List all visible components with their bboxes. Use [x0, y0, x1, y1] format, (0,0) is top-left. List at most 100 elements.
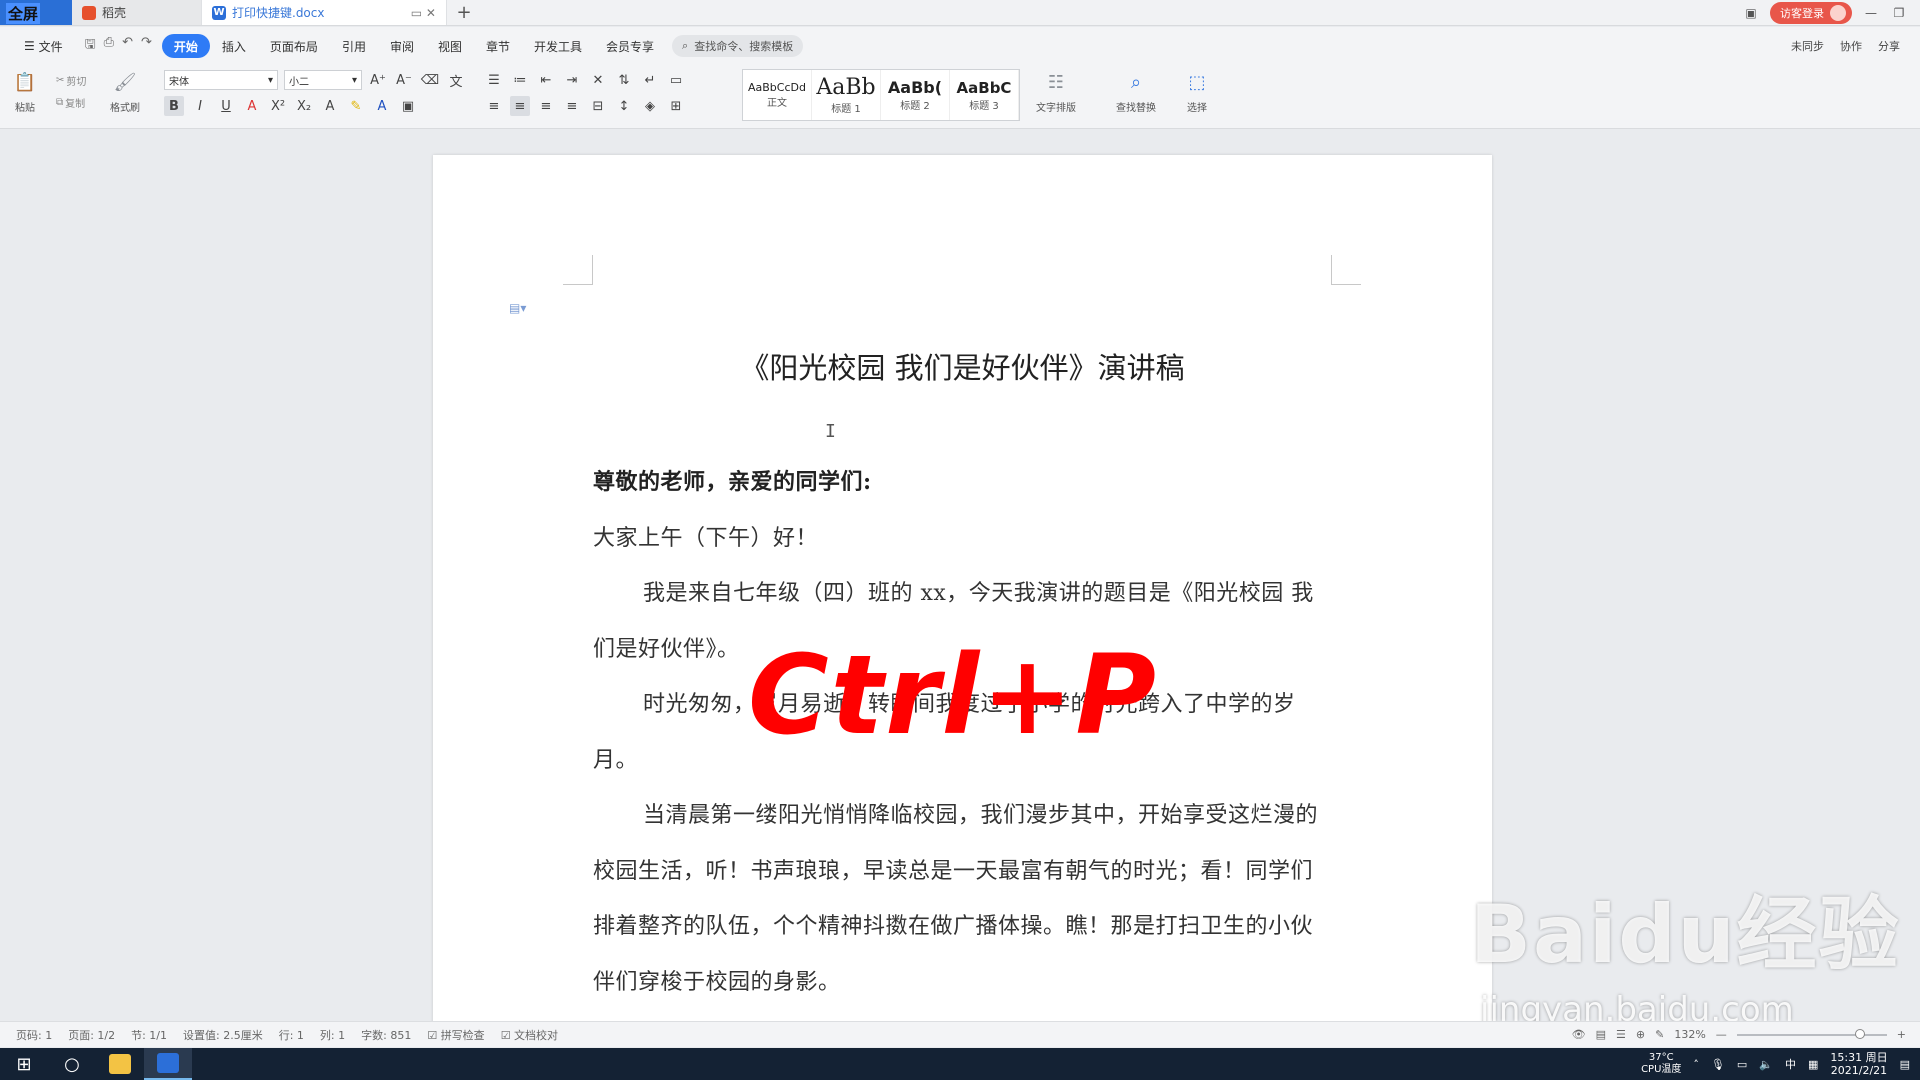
- tab-references[interactable]: 引用: [330, 34, 378, 58]
- zoom-out-icon[interactable]: —: [1716, 1028, 1727, 1041]
- justify-icon[interactable]: ≡: [562, 96, 582, 116]
- sync-status[interactable]: 未同步: [1791, 38, 1824, 54]
- command-search[interactable]: ⌕ 查找命令、搜索模板: [672, 35, 804, 57]
- cut-button[interactable]: ✂ 剪切: [56, 73, 86, 88]
- status-pages[interactable]: 页面: 1/2: [60, 1027, 123, 1043]
- numbered-list-icon[interactable]: ≔: [510, 70, 530, 90]
- tab-close-icon[interactable]: ▭ ✕: [411, 6, 436, 20]
- tab-docer[interactable]: 稻壳: [72, 0, 202, 25]
- strikethrough-icon[interactable]: A: [242, 96, 262, 116]
- taskbar-app-explorer[interactable]: [96, 1048, 144, 1080]
- spellcheck-toggle[interactable]: 拼写检查: [419, 1027, 492, 1043]
- tab-page-layout[interactable]: 页面布局: [258, 34, 330, 58]
- bullet-list-icon[interactable]: ☰: [484, 70, 504, 90]
- share-button[interactable]: 分享: [1878, 38, 1900, 54]
- ime-indicator[interactable]: 中: [1785, 1056, 1796, 1072]
- outline-view-icon[interactable]: ☰: [1616, 1028, 1626, 1041]
- align-left-icon[interactable]: ≡: [484, 96, 504, 116]
- eye-icon[interactable]: 👁: [1572, 1028, 1586, 1041]
- show-marks-icon[interactable]: ↵: [640, 70, 660, 90]
- grow-font-icon[interactable]: A⁺: [368, 70, 388, 90]
- window-mode-icon[interactable]: ▣: [1742, 6, 1760, 20]
- tab-member[interactable]: 会员专享: [594, 34, 666, 58]
- text-effect-icon[interactable]: A: [320, 96, 340, 116]
- save-icon[interactable]: 🖫: [85, 35, 96, 57]
- clock[interactable]: 15:31 周日 2021/2/21: [1830, 1051, 1887, 1077]
- tab-insert[interactable]: 插入: [210, 34, 258, 58]
- guest-login-button[interactable]: 访客登录: [1770, 1, 1852, 24]
- bold-icon[interactable]: B: [164, 96, 184, 116]
- font-size-select[interactable]: 小二 ▾: [284, 70, 362, 90]
- align-center-icon[interactable]: ≡: [510, 96, 530, 116]
- format-painter-button[interactable]: 🖌 格式刷: [110, 69, 140, 115]
- chevron-up-icon[interactable]: ˄: [1693, 1058, 1699, 1071]
- tab-developer[interactable]: 开发工具: [522, 34, 594, 58]
- style-heading-2[interactable]: AaBb( 标题 2: [881, 70, 950, 120]
- paste-label: 粘贴: [15, 103, 35, 114]
- zoom-in-icon[interactable]: +: [1897, 1028, 1906, 1041]
- font-name-select[interactable]: 宋体 ▾: [164, 70, 278, 90]
- subscript-icon[interactable]: X₂: [294, 96, 314, 116]
- start-icon[interactable]: ⊞: [0, 1048, 48, 1080]
- line-spacing-icon[interactable]: ↕: [614, 96, 634, 116]
- align-right-icon[interactable]: ≡: [536, 96, 556, 116]
- proofread-toggle[interactable]: 文档校对: [493, 1027, 566, 1043]
- paste-button[interactable]: 📋 粘贴: [12, 69, 38, 115]
- tab-home[interactable]: 开始: [161, 34, 210, 58]
- text-layout-button[interactable]: ☷ 文字排版: [1036, 69, 1076, 115]
- superscript-icon[interactable]: X²: [268, 96, 288, 116]
- phonetic-icon[interactable]: 文: [446, 70, 466, 90]
- ime-mode-icon[interactable]: ▦: [1808, 1058, 1818, 1071]
- print-icon[interactable]: ⎙: [104, 35, 114, 57]
- shading-icon[interactable]: ◈: [640, 96, 660, 116]
- cpu-temp[interactable]: 37°C CPU温度: [1641, 1052, 1681, 1076]
- edit-icon[interactable]: ✎: [1655, 1028, 1664, 1041]
- redo-icon[interactable]: ↷: [141, 35, 152, 57]
- decrease-indent-icon[interactable]: ⇤: [536, 70, 556, 90]
- home-tab[interactable]: 全屏: [0, 0, 72, 25]
- zoom-value[interactable]: 132%: [1674, 1028, 1705, 1041]
- clear-format-icon[interactable]: ⌫: [420, 70, 440, 90]
- select-button[interactable]: ⬚ 选择: [1184, 69, 1210, 115]
- collab-button[interactable]: 协作: [1840, 38, 1862, 54]
- network-icon[interactable]: ▭: [1737, 1058, 1747, 1071]
- underline-icon[interactable]: U: [216, 96, 236, 116]
- restore-icon[interactable]: ❐: [1890, 6, 1908, 20]
- style-heading-1[interactable]: AaBb 标题 1: [812, 70, 881, 120]
- sort-icon[interactable]: ⇅: [614, 70, 634, 90]
- chinese-layout-icon[interactable]: ✕: [588, 70, 608, 90]
- cortana-icon[interactable]: ○: [48, 1048, 96, 1080]
- minimize-icon[interactable]: —: [1862, 6, 1880, 20]
- style-normal[interactable]: AaBbCcDd 正文: [743, 70, 812, 120]
- find-replace-button[interactable]: ⌕ 查找替换: [1116, 69, 1156, 115]
- taskbar-app-wps[interactable]: [144, 1048, 192, 1080]
- page-view-icon[interactable]: ▤: [1596, 1028, 1606, 1041]
- undo-icon[interactable]: ↶: [122, 35, 133, 57]
- style-heading-3[interactable]: AaBbC 标题 3: [950, 70, 1019, 120]
- font-color-icon[interactable]: A: [372, 96, 392, 116]
- web-view-icon[interactable]: ⊕: [1636, 1028, 1645, 1041]
- tab-document[interactable]: W 打印快捷键.docx ▭ ✕: [202, 0, 447, 25]
- file-menu[interactable]: ☰ 文件: [12, 34, 75, 58]
- tab-chapter[interactable]: 章节: [474, 34, 522, 58]
- shrink-font-icon[interactable]: A⁻: [394, 70, 414, 90]
- new-tab-button[interactable]: +: [447, 0, 481, 25]
- italic-icon[interactable]: I: [190, 96, 210, 116]
- zoom-slider[interactable]: [1736, 1028, 1887, 1039]
- microphone-icon[interactable]: 🎙: [1711, 1058, 1725, 1071]
- highlight-icon[interactable]: ✎: [346, 96, 366, 116]
- notification-icon[interactable]: ▤: [1900, 1058, 1910, 1071]
- paragraph-options-icon[interactable]: ▤▾: [509, 301, 526, 315]
- borders-icon[interactable]: ⊞: [666, 96, 686, 116]
- volume-icon[interactable]: 🔈: [1759, 1058, 1773, 1071]
- tab-view[interactable]: 视图: [426, 34, 474, 58]
- document-page[interactable]: ▤▾ 《阳光校园 我们是好伙伴》演讲稿 I 尊敬的老师，亲爱的同学们: 大家上午…: [433, 155, 1492, 1025]
- distribute-icon[interactable]: ⊟: [588, 96, 608, 116]
- char-border-icon[interactable]: ▣: [398, 96, 418, 116]
- increase-indent-icon[interactable]: ⇥: [562, 70, 582, 90]
- ruler-icon[interactable]: ▭: [666, 70, 686, 90]
- copy-button[interactable]: ⧉ 复制: [56, 95, 85, 110]
- tab-review[interactable]: 审阅: [378, 34, 426, 58]
- zoom-slider-knob[interactable]: [1854, 1028, 1865, 1039]
- status-words[interactable]: 字数: 851: [353, 1027, 419, 1043]
